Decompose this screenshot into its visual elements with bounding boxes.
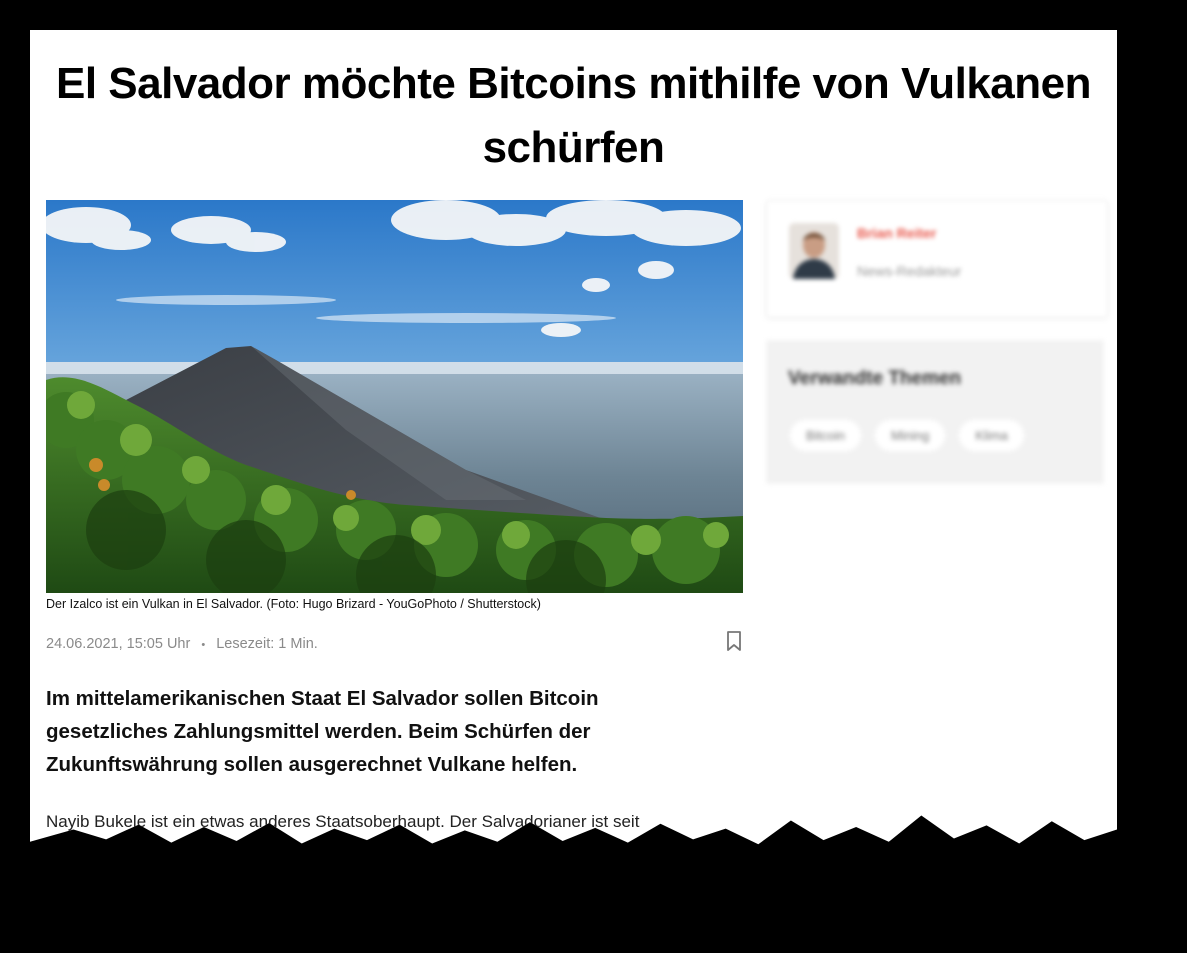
topic-tag[interactable]: Klima bbox=[959, 420, 1024, 451]
article-lead: Im mittelamerikanischen Staat El Salvado… bbox=[46, 687, 599, 776]
topic-tags: Bitcoin Mining Klima bbox=[790, 420, 1024, 451]
article-meta: 24.06.2021, 15:05 Uhr • Lesezeit: 1 Min. bbox=[46, 631, 743, 658]
related-topics: Verwandte Themen Bitcoin Mining Klima bbox=[766, 340, 1104, 484]
article-title: El Salvador möchte Bitcoins mithilfe von… bbox=[56, 59, 1091, 172]
image-caption: Der Izalco ist ein Vulkan in El Salvador… bbox=[46, 597, 541, 611]
author-role: News-Redakteur bbox=[857, 263, 962, 279]
meta-separator: • bbox=[201, 639, 206, 651]
author-name[interactable]: Brian Reiter bbox=[857, 225, 936, 241]
topic-tag[interactable]: Mining bbox=[875, 420, 946, 451]
reading-time: Lesezeit: 1 Min. bbox=[216, 636, 318, 652]
author-card[interactable]: Brian Reiter News-Redakteur bbox=[766, 200, 1108, 318]
article-body: Nayib Bukele ist ein etwas anderes Staat… bbox=[46, 812, 640, 831]
article-page: El Salvador möchte Bitcoins mithilfe von… bbox=[30, 30, 1117, 845]
bookmark-icon[interactable] bbox=[725, 630, 743, 652]
publish-date: 24.06.2021, 15:05 Uhr bbox=[46, 636, 191, 652]
author-avatar bbox=[789, 223, 839, 279]
hero-image bbox=[46, 200, 743, 593]
related-topics-title: Verwandte Themen bbox=[788, 368, 962, 389]
topic-tag[interactable]: Bitcoin bbox=[790, 420, 862, 451]
